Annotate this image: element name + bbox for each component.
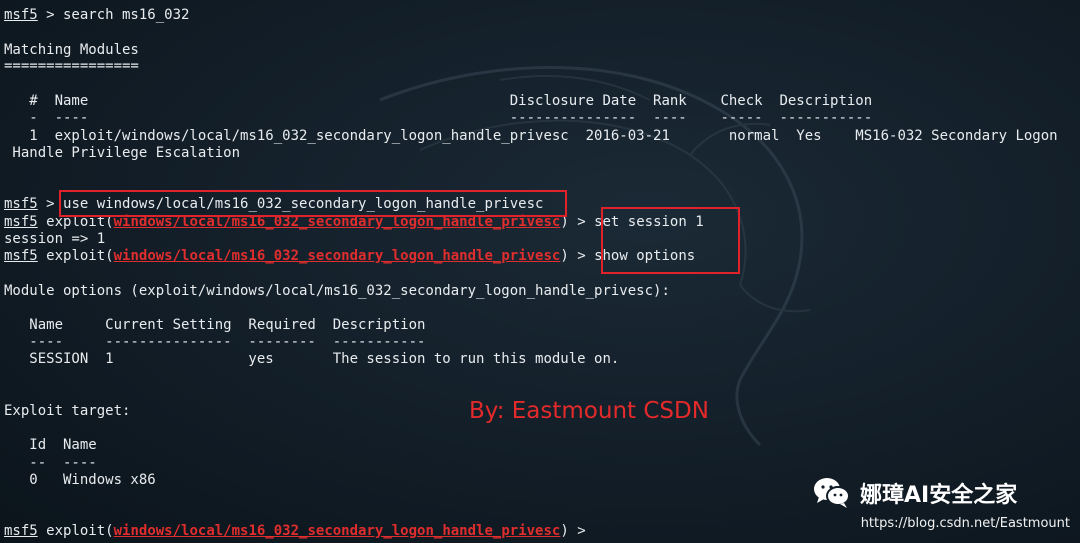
author-watermark: By: Eastmount CSDN	[469, 398, 709, 424]
module-path: windows/local/ms16_032_secondary_logon_h…	[113, 523, 561, 539]
module-options-header-separator: ---- --------------- -------- ----------…	[4, 334, 426, 350]
msf-prompt: msf5	[4, 196, 38, 212]
module-path: windows/local/ms16_032_secondary_logon_h…	[113, 214, 561, 230]
exploit-word: exploit	[46, 248, 106, 264]
search-results-header-separator: - ---- --------------- ---- ----- ------…	[4, 110, 873, 126]
module-option-row-session: SESSION 1 yes The session to run this mo…	[4, 351, 620, 367]
exploit-target-title: Exploit target:	[4, 403, 131, 419]
exploit-target-header-separator: -- ----	[4, 455, 97, 471]
exploit-word: exploit	[46, 523, 106, 539]
msf-prompt: msf5	[4, 248, 38, 264]
terminal-window[interactable]: msf5 > search ms16_032 Matching Modules …	[0, 0, 1080, 543]
show-options-command-line: msf5 exploit(windows/local/ms16_032_seco…	[4, 248, 696, 264]
exploit-target-row: 0 Windows x86	[4, 472, 156, 488]
module-options-header: Name Current Setting Required Descriptio…	[4, 317, 426, 333]
wechat-watermark: 娜璋AI安全之家	[812, 476, 1017, 510]
session-output: session => 1	[4, 231, 106, 247]
exploit-word: exploit	[46, 214, 106, 230]
search-result-row-wrap: Handle Privilege Escalation	[4, 145, 241, 161]
wechat-icon	[814, 478, 850, 508]
module-path: windows/local/ms16_032_secondary_logon_h…	[113, 248, 561, 264]
blog-url-watermark: https://blog.csdn.net/Eastmount	[860, 516, 1070, 531]
use-command-text: use windows/local/ms16_032_secondary_log…	[63, 196, 544, 212]
matching-modules-underline: ================	[4, 58, 139, 74]
set-session-command-text: set session 1	[594, 214, 704, 230]
current-prompt-line[interactable]: msf5 exploit(windows/local/ms16_032_seco…	[4, 523, 594, 540]
search-result-row: 1 exploit/windows/local/ms16_032_seconda…	[4, 128, 1058, 144]
exploit-target-header: Id Name	[4, 437, 97, 453]
brand-name: 娜璋AI安全之家	[860, 483, 1018, 508]
show-options-command-text: show options	[594, 248, 696, 264]
use-command-line: msf5 > use windows/local/ms16_032_second…	[4, 196, 544, 212]
set-session-command-line: msf5 exploit(windows/local/ms16_032_seco…	[4, 214, 704, 230]
search-command-line: msf5 > search ms16_032	[4, 7, 189, 24]
msf-prompt: msf5	[4, 7, 38, 23]
matching-modules-title: Matching Modules	[4, 42, 139, 58]
msf-prompt: msf5	[4, 214, 38, 230]
module-options-title: Module options (exploit/windows/local/ms…	[4, 283, 670, 299]
search-command-text: > search ms16_032	[37, 7, 190, 23]
search-results-header: # Name Disclosure Date Rank Check Descri…	[4, 93, 873, 109]
msf-prompt: msf5	[4, 523, 38, 539]
